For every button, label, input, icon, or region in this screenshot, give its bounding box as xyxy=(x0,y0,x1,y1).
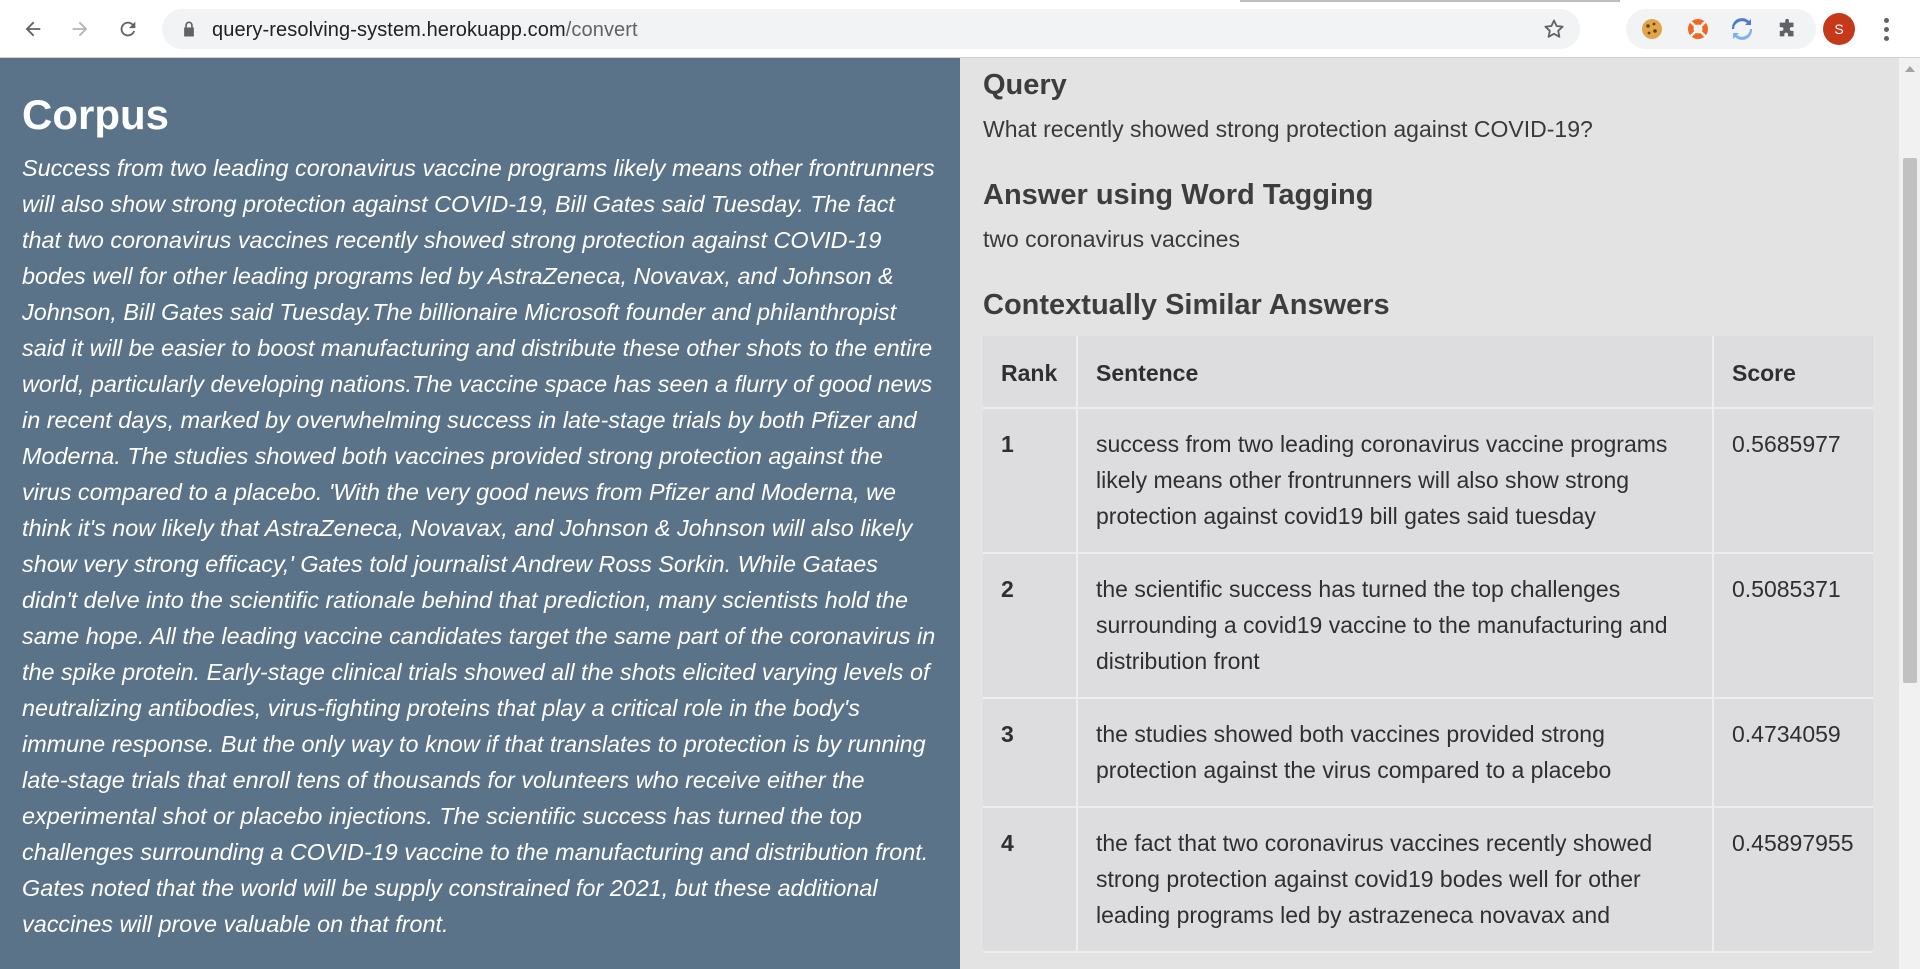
star-icon[interactable] xyxy=(1542,17,1566,41)
forward-arrow-icon xyxy=(72,21,88,37)
back-button[interactable] xyxy=(16,12,50,46)
sentence-cell: success from two leading coronavirus vac… xyxy=(1077,408,1714,554)
scroll-up-arrow-icon[interactable] xyxy=(1905,66,1915,72)
page-scrollbar[interactable] xyxy=(1898,58,1920,969)
avatar-letter: S xyxy=(1834,21,1844,37)
sentence-header: Sentence xyxy=(1077,336,1714,409)
rank-cell: 3 xyxy=(983,698,1078,808)
sentence-cell: the scientific success has turned the to… xyxy=(1077,553,1714,699)
score-cell: 0.4734059 xyxy=(1713,698,1873,808)
score-cell: 0.45897955 xyxy=(1713,807,1873,953)
corpus-text: Success from two leading coronavirus vac… xyxy=(22,155,936,937)
kebab-menu-icon[interactable] xyxy=(1876,14,1896,44)
url-host: query-resolving-system.herokuapp.com xyxy=(212,19,566,41)
corpus-title: Corpus xyxy=(22,91,169,138)
rank-cell: 4 xyxy=(983,807,1078,953)
score-header: Score xyxy=(1713,336,1873,409)
profile-avatar[interactable]: S xyxy=(1823,13,1855,45)
query-text: What recently showed strong protection a… xyxy=(983,116,1593,142)
browser-toolbar: query-resolving-system.herokuapp.com/con… xyxy=(0,0,1920,58)
rank-cell: 2 xyxy=(983,553,1078,699)
similar-answers-title: Contextually Similar Answers xyxy=(983,289,1390,321)
table-row: 4 the fact that two coronavirus vaccines… xyxy=(983,807,1873,953)
corpus-panel: Corpus Success from two leading coronavi… xyxy=(0,58,960,969)
lock-icon xyxy=(184,21,194,37)
table-header-row: Rank Sentence Score xyxy=(983,336,1873,409)
sentence-cell: the fact that two coronavirus vaccines r… xyxy=(1077,807,1714,953)
page-load-progress xyxy=(1240,0,1620,2)
table-row: 3 the studies showed both vaccines provi… xyxy=(983,698,1873,808)
sync-extension-icon[interactable] xyxy=(1730,17,1754,41)
results-panel: Query What recently showed strong protec… xyxy=(960,58,1898,969)
back-arrow-icon xyxy=(25,21,41,37)
extensions-group xyxy=(1626,9,1816,49)
similar-answers-table: Rank Sentence Score 1 success from two l… xyxy=(983,336,1873,953)
sentence-cell: the studies showed both vaccines provide… xyxy=(1077,698,1714,808)
lifebuoy-extension-icon[interactable] xyxy=(1686,17,1710,41)
reload-button[interactable] xyxy=(111,12,145,46)
score-cell: 0.5085371 xyxy=(1713,553,1873,699)
table-row: 1 success from two leading coronavirus v… xyxy=(983,408,1873,554)
url-text: query-resolving-system.herokuapp.com/con… xyxy=(212,19,638,42)
puzzle-extensions-icon[interactable] xyxy=(1776,17,1800,41)
score-cell: 0.5685977 xyxy=(1713,408,1873,554)
forward-button[interactable] xyxy=(63,12,97,46)
answer-text: two coronavirus vaccines xyxy=(983,226,1240,252)
answer-title: Answer using Word Tagging xyxy=(983,179,1374,211)
cookie-extension-icon[interactable] xyxy=(1640,17,1664,41)
reload-icon xyxy=(120,21,136,37)
rank-header: Rank xyxy=(983,336,1078,409)
table-row: 2 the scientific success has turned the … xyxy=(983,553,1873,699)
scrollbar-thumb[interactable] xyxy=(1903,158,1917,683)
url-path: /convert xyxy=(565,19,638,41)
rank-cell: 1 xyxy=(983,408,1078,554)
address-bar[interactable]: query-resolving-system.herokuapp.com/con… xyxy=(162,9,1580,49)
query-title: Query xyxy=(983,69,1067,101)
